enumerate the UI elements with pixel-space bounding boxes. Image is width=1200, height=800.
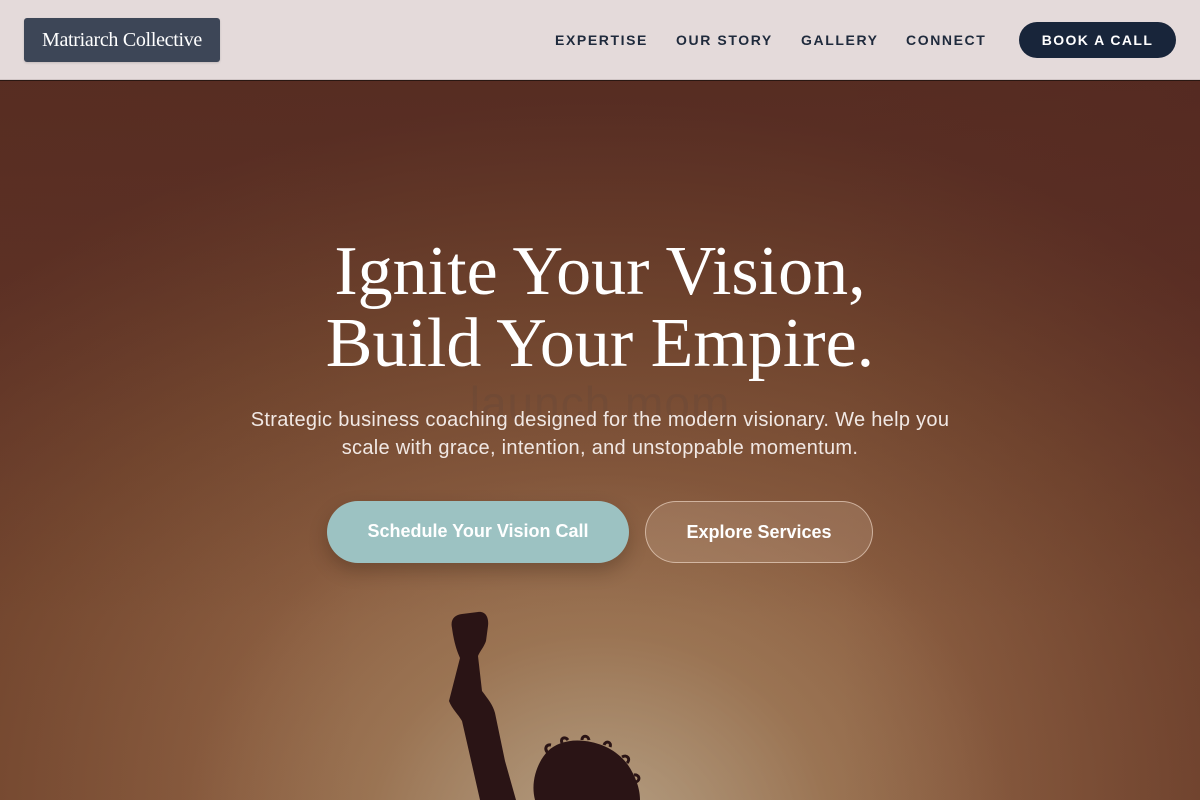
hero-subtext: Strategic business coaching designed for…	[250, 409, 950, 459]
nav-link-expertise[interactable]: EXPERTISE	[555, 0, 648, 80]
hero-headline-line-2: Build Your Empire.	[325, 305, 875, 382]
brand-logo[interactable]: Matriarch Collective	[24, 18, 220, 62]
site-header: Matriarch Collective EXPERTISE OUR STORY…	[0, 0, 1200, 80]
nav-link-gallery[interactable]: GALLERY	[801, 0, 879, 80]
book-a-call-button[interactable]: BOOK A CALL	[1019, 22, 1176, 58]
hero-section: launch mom Ignite Your Vision, Build You…	[0, 81, 1200, 800]
schedule-vision-call-button[interactable]: Schedule Your Vision Call	[327, 501, 629, 563]
hero-headline-line-1: Ignite Your Vision,	[334, 233, 866, 310]
nav-link-connect[interactable]: CONNECT	[906, 0, 986, 80]
nav-link-our-story[interactable]: OUR STORY	[676, 0, 773, 80]
hero-headline: Ignite Your Vision, Build Your Empire.	[0, 236, 1200, 380]
landing-page: Matriarch Collective EXPERTISE OUR STORY…	[0, 0, 1200, 800]
explore-services-button[interactable]: Explore Services	[645, 501, 873, 563]
